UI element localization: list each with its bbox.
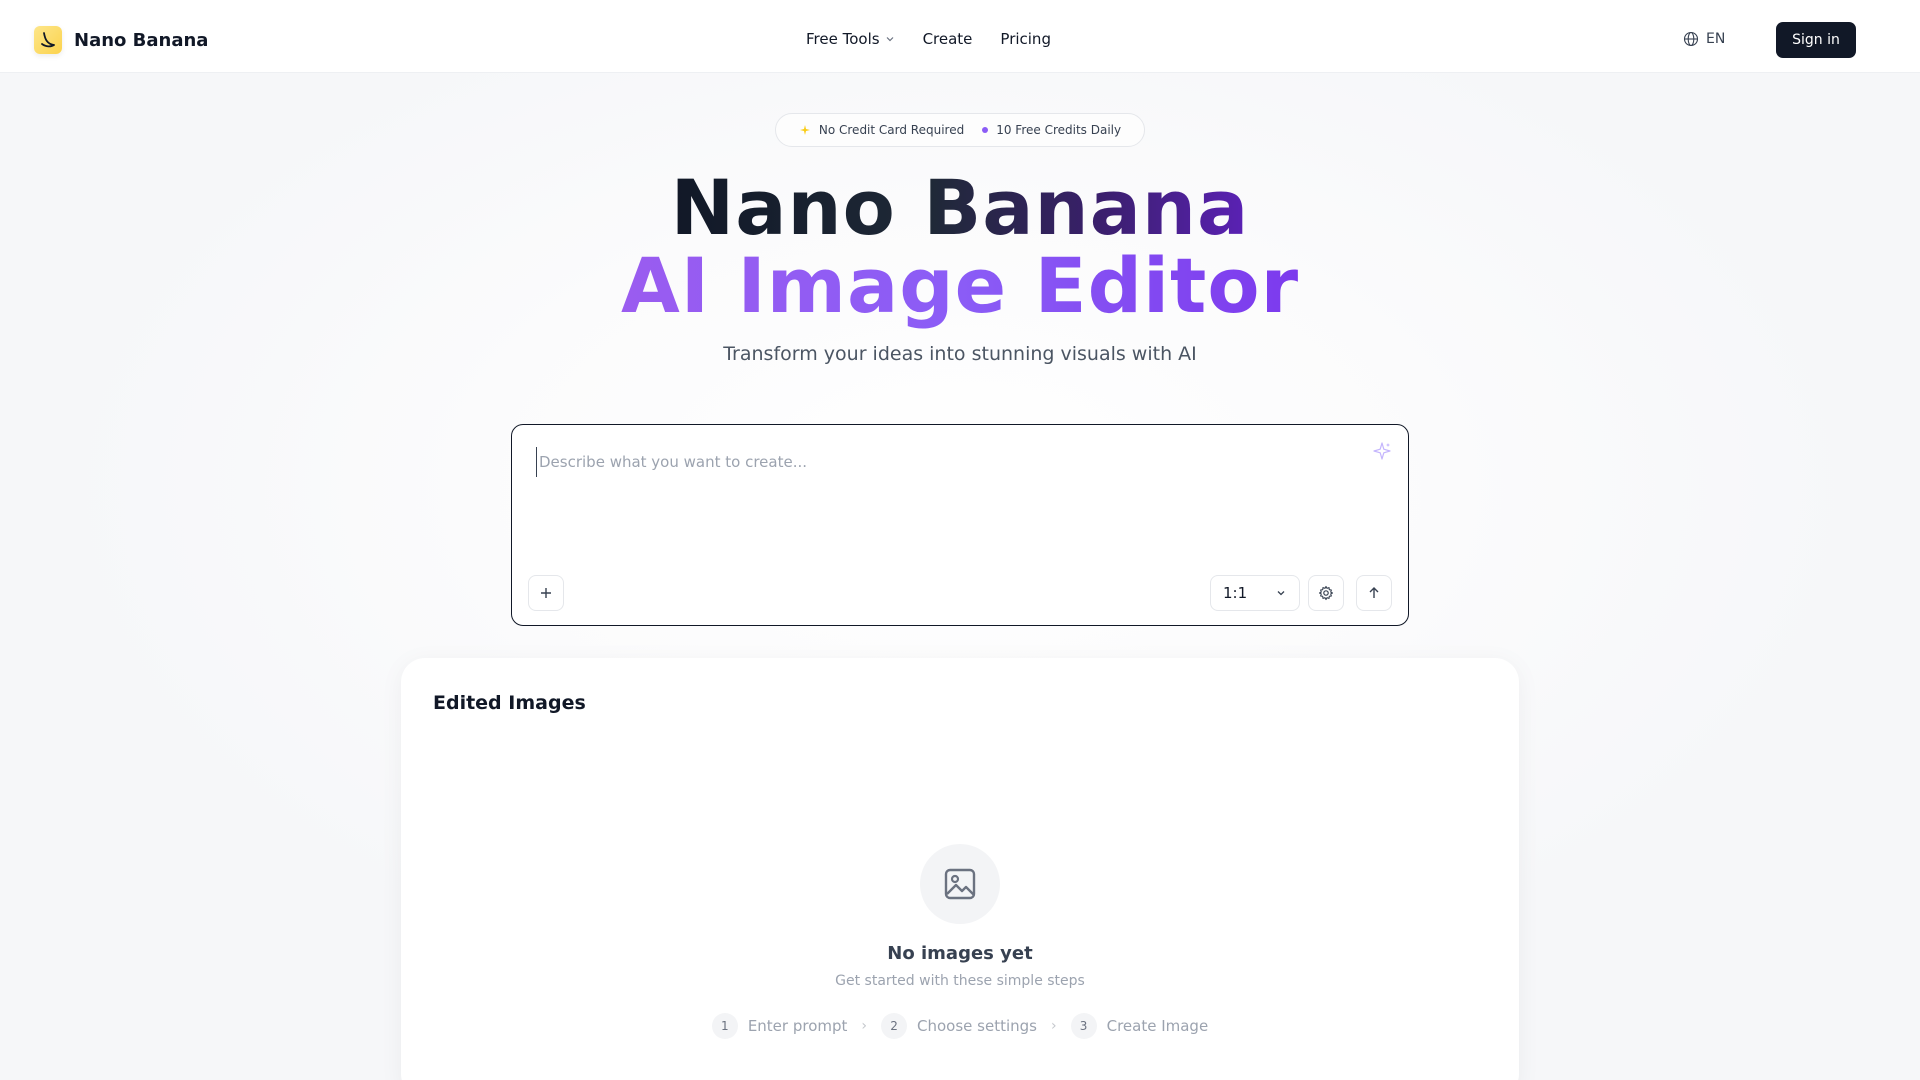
nav-create-label: Create: [922, 30, 973, 48]
badge-left-text: No Credit Card Required: [818, 123, 965, 137]
aspect-ratio-select[interactable]: 1:1: [1210, 575, 1300, 611]
nav-pricing-label: Pricing: [1000, 30, 1051, 48]
plus-icon: [541, 588, 551, 598]
arrow-up-icon: [1369, 587, 1379, 598]
settings-button[interactable]: [1308, 575, 1344, 611]
language-label: EN: [1706, 31, 1726, 47]
gear-icon: [1318, 585, 1334, 601]
step-label: Choose settings: [917, 1017, 1037, 1035]
hero-subtitle: Transform your ideas into stunning visua…: [723, 343, 1197, 365]
hero-title-line2-text: AI Image Editor: [620, 241, 1300, 330]
chevron-right-icon: ›: [861, 1018, 868, 1034]
hero-title-line1-text: Nano Banana: [670, 163, 1250, 252]
empty-state-subtitle: Get started with these simple steps: [835, 973, 1085, 989]
edited-images-card: Edited Images No images yet Get started …: [401, 658, 1519, 1080]
chevron-down-icon: [1277, 591, 1285, 596]
badge-free-credits: 10 Free Credits Daily: [982, 123, 1121, 137]
nav-create[interactable]: Create: [923, 30, 973, 48]
sign-in-button[interactable]: Sign in: [1776, 22, 1856, 58]
main-nav: Free Tools Create Pricing: [806, 30, 1051, 48]
hero-title-line1: Nano Banana: [0, 166, 1920, 250]
nav-free-tools-label: Free Tools: [806, 30, 880, 48]
hero-title-line2: AI Image Editor: [0, 244, 1920, 328]
nav-free-tools[interactable]: Free Tools: [806, 30, 895, 48]
step-label: Enter prompt: [747, 1017, 848, 1035]
prompt-input[interactable]: [536, 447, 1336, 477]
brand-name: Nano Banana: [74, 29, 209, 51]
step-number: 2: [881, 1013, 908, 1039]
aspect-ratio-value: 1:1: [1223, 584, 1248, 602]
banana-icon: [34, 26, 62, 54]
steps-list: 1 Enter prompt › 2 Choose settings › 3 C…: [401, 1013, 1519, 1039]
sparkle-icon: [799, 125, 810, 135]
language-selector[interactable]: EN: [1683, 31, 1725, 47]
step-number: 3: [1070, 1013, 1097, 1039]
nav-pricing[interactable]: Pricing: [1000, 30, 1051, 48]
globe-icon: [1683, 31, 1699, 47]
badge-no-credit-card: No Credit Card Required: [799, 123, 964, 137]
step-item: 2 Choose settings: [881, 1013, 1037, 1039]
brand-logo[interactable]: Nano Banana: [34, 26, 208, 54]
step-label: Create Image: [1106, 1017, 1209, 1035]
step-item: 3 Create Image: [1070, 1013, 1209, 1039]
enhance-sparkle-icon[interactable]: [1372, 441, 1392, 465]
purple-dot-icon: [982, 127, 989, 133]
step-item: 1 Enter prompt: [711, 1013, 848, 1039]
add-image-button[interactable]: [528, 575, 564, 611]
image-placeholder-icon: [920, 844, 1000, 924]
edited-images-title: Edited Images: [433, 692, 586, 714]
hero-badge: No Credit Card Required 10 Free Credits …: [775, 113, 1145, 147]
chevron-down-icon: [886, 37, 893, 42]
top-header: Nano Banana Free Tools Create Pricing EN…: [0, 0, 1920, 73]
chevron-right-icon: ›: [1050, 1018, 1057, 1034]
badge-right-text: 10 Free Credits Daily: [996, 123, 1122, 137]
prompt-box: 1:1: [511, 424, 1409, 626]
step-number: 1: [711, 1013, 738, 1039]
submit-button[interactable]: [1356, 575, 1392, 611]
empty-state-title: No images yet: [887, 943, 1033, 964]
